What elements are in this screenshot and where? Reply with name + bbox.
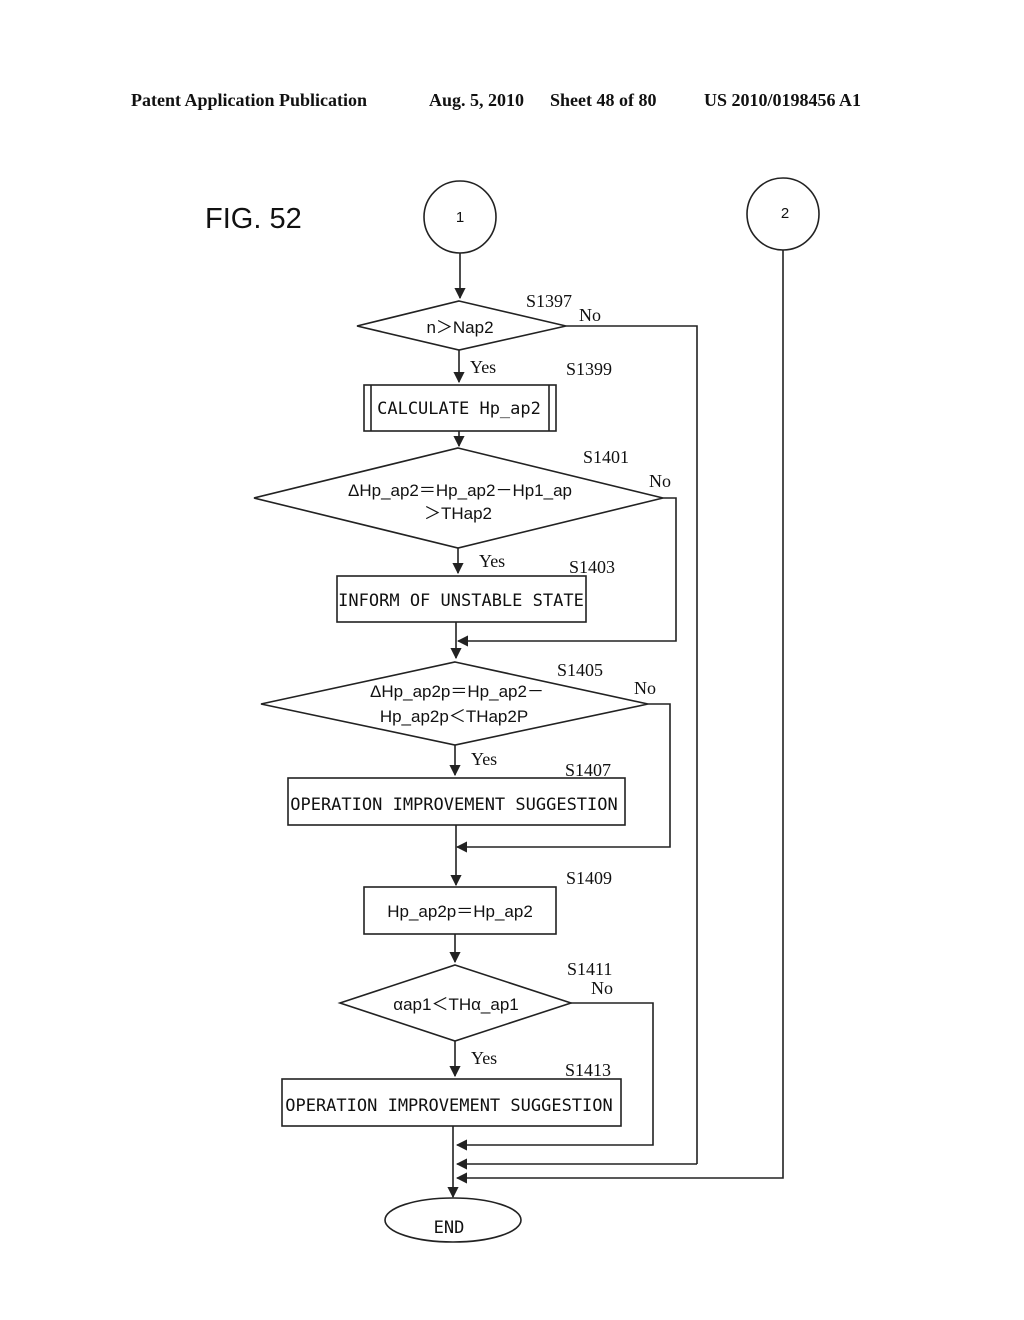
process-s1409-text: Hp_ap2p＝Hp_ap2: [387, 902, 533, 921]
step-label-s1409: S1409: [566, 868, 612, 888]
step-label-s1403: S1403: [569, 557, 615, 577]
end-terminator: END: [384, 1197, 522, 1243]
process-s1413-text: OPERATION IMPROVEMENT SUGGESTION: [285, 1096, 613, 1116]
process-s1409: Hp_ap2p＝Hp_ap2: [363, 886, 557, 935]
decision-s1401-text-line2: ＞THap2: [424, 504, 492, 523]
process-s1403-text: INFORM OF UNSTABLE STATE: [338, 591, 584, 611]
process-s1403: INFORM OF UNSTABLE STATE: [336, 575, 587, 623]
process-s1399: CALCULATE Hp_ap2: [363, 384, 557, 432]
yes-label-s1401: Yes: [479, 551, 505, 571]
no-label-s1397: No: [579, 305, 601, 325]
connector-1: 1: [423, 180, 497, 254]
yes-label-s1411: Yes: [471, 1048, 497, 1068]
step-label-s1397: S1397: [526, 291, 572, 311]
no-label-s1411: No: [591, 978, 613, 998]
flowchart: FIG. 52 1 2 n＞Nap2 S1397 No Yes S1399 CA…: [205, 177, 820, 1243]
connector-2: 2: [746, 177, 820, 251]
yes-label-s1405: Yes: [471, 749, 497, 769]
decision-s1405-text-line2: Hp_ap2p＜THap2P: [380, 707, 528, 726]
process-s1407-text: OPERATION IMPROVEMENT SUGGESTION: [290, 795, 618, 815]
process-s1413: OPERATION IMPROVEMENT SUGGESTION: [281, 1078, 622, 1127]
decision-s1405-text-line1: ΔHp_ap2p＝Hp_ap2－: [370, 682, 544, 701]
decision-s1411: αap1＜THα_ap1: [337, 964, 574, 1042]
step-label-s1413: S1413: [565, 1060, 611, 1080]
decision-s1397-text: n＞Nap2: [426, 318, 493, 337]
step-label-s1411: S1411: [567, 959, 612, 979]
no-label-s1401: No: [649, 471, 671, 491]
step-label-s1405: S1405: [557, 660, 603, 680]
step-label-s1401: S1401: [583, 447, 629, 467]
end-text: END: [434, 1218, 465, 1238]
yes-label-s1397: Yes: [470, 357, 496, 377]
connector-1-label: 1: [456, 209, 464, 226]
step-label-s1407: S1407: [565, 760, 611, 780]
process-s1407: OPERATION IMPROVEMENT SUGGESTION: [287, 777, 626, 826]
figure-label: FIG. 52: [205, 203, 302, 235]
process-s1399-text: CALCULATE Hp_ap2: [377, 399, 541, 419]
step-label-s1399: S1399: [566, 359, 612, 379]
decision-s1401-text-line1: ΔHp_ap2＝Hp_ap2－Hp1_ap: [348, 481, 572, 500]
connector-2-label: 2: [781, 205, 789, 222]
no-label-s1405: No: [634, 678, 656, 698]
decision-s1411-text: αap1＜THα_ap1: [393, 995, 519, 1014]
